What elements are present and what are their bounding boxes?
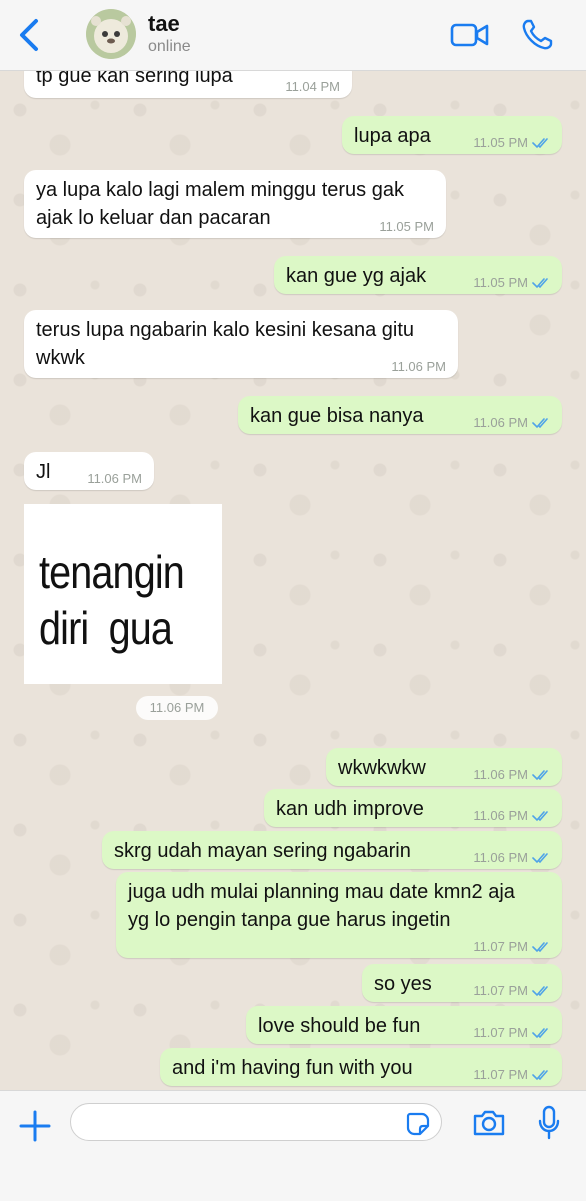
message-time: 11.06 PM: [391, 359, 446, 374]
message-text: kan udh improve: [276, 798, 424, 820]
message-time: 11.05 PM: [379, 219, 434, 234]
message-bubble-outgoing[interactable]: kan gue yg ajak 11.05 PM: [274, 256, 562, 294]
message-bubble-outgoing[interactable]: love should be fun 11.07 PM: [246, 1006, 562, 1044]
avatar[interactable]: [86, 9, 136, 59]
contact-name[interactable]: tae: [148, 11, 180, 37]
message-text: kan gue yg ajak: [286, 265, 427, 287]
message-bubble-outgoing[interactable]: skrg udah mayan sering ngabarin 11.06 PM: [102, 831, 562, 869]
message-time: 11.04 PM: [285, 79, 340, 94]
camera-icon[interactable]: [472, 1109, 506, 1137]
read-receipt-icon: [532, 942, 548, 953]
message-bubble-outgoing[interactable]: juga udh mulai planning mau date kmn2 aj…: [116, 872, 562, 958]
message-bubble-outgoing[interactable]: so yes 11.07 PM: [362, 964, 562, 1002]
message-text: love should be fun: [258, 1015, 421, 1037]
message-composer-bar: [0, 1090, 586, 1201]
message-time: 11.06 PM: [473, 850, 528, 865]
message-text: juga udh mulai planning mau date kmn2 aj…: [128, 881, 515, 931]
sticker-icon[interactable]: [406, 1112, 430, 1136]
message-bubble-incoming[interactable]: Jl 11.06 PM: [24, 452, 154, 490]
message-bubble-outgoing[interactable]: kan gue bisa nanya 11.06 PM: [238, 396, 562, 434]
read-receipt-icon: [532, 278, 548, 289]
read-receipt-icon: [532, 418, 548, 429]
read-receipt-icon: [532, 770, 548, 781]
message-bubble-outgoing[interactable]: kan udh improve 11.06 PM: [264, 789, 562, 827]
message-text: lupa apa: [354, 125, 431, 147]
message-text: so yes: [374, 973, 432, 995]
message-text: Jl: [36, 461, 51, 483]
chevron-left-icon[interactable]: [14, 18, 44, 52]
message-time: 11.06 PM: [473, 767, 528, 782]
read-receipt-icon: [532, 853, 548, 864]
read-receipt-icon: [532, 138, 548, 149]
message-text: ya lupa kalo lagi malem minggu terus gak…: [36, 179, 404, 229]
message-text: wkwkwkw: [338, 757, 426, 779]
message-time: 11.07 PM: [473, 939, 528, 954]
image-message-time: 11.06 PM: [136, 696, 218, 720]
message-text: and i'm having fun with you: [172, 1057, 413, 1079]
message-bubble-outgoing[interactable]: wkwkwkw 11.06 PM: [326, 748, 562, 786]
contact-status: online: [148, 38, 191, 55]
message-time: 11.06 PM: [473, 415, 528, 430]
message-time: 11.05 PM: [473, 135, 528, 150]
video-camera-icon[interactable]: [450, 20, 490, 50]
chat-header: tae online: [0, 0, 586, 71]
avatar-image: [86, 9, 136, 59]
message-time: 11.07 PM: [473, 983, 528, 998]
message-time: 11.06 PM: [473, 808, 528, 823]
message-text: kan gue bisa nanya: [250, 405, 424, 427]
message-text: terus lupa ngabarin kalo kesini kesana g…: [36, 319, 415, 369]
image-caption-text: tenangin diri gua: [39, 546, 185, 654]
microphone-icon[interactable]: [538, 1105, 560, 1141]
message-bubble-incoming[interactable]: ya lupa kalo lagi malem minggu terus gak…: [24, 170, 446, 238]
message-bubble-outgoing[interactable]: and i'm having fun with you 11.07 PM: [160, 1048, 562, 1086]
read-receipt-icon: [532, 1028, 548, 1039]
image-message[interactable]: tenangin diri gua: [24, 504, 222, 684]
message-bubble-outgoing[interactable]: lupa apa 11.05 PM: [342, 116, 562, 154]
message-time: 11.07 PM: [473, 1067, 528, 1082]
read-receipt-icon: [532, 1070, 548, 1081]
message-time: 11.05 PM: [473, 275, 528, 290]
message-time: 11.06 PM: [87, 471, 142, 486]
message-time: 11.07 PM: [473, 1025, 528, 1040]
read-receipt-icon: [532, 811, 548, 822]
message-text: skrg udah mayan sering ngabarin: [114, 840, 411, 862]
phone-icon[interactable]: [520, 18, 554, 52]
message-bubble-incoming[interactable]: terus lupa ngabarin kalo kesini kesana g…: [24, 310, 458, 378]
read-receipt-icon: [532, 986, 548, 997]
message-input[interactable]: [70, 1103, 442, 1141]
plus-icon[interactable]: [18, 1109, 52, 1143]
